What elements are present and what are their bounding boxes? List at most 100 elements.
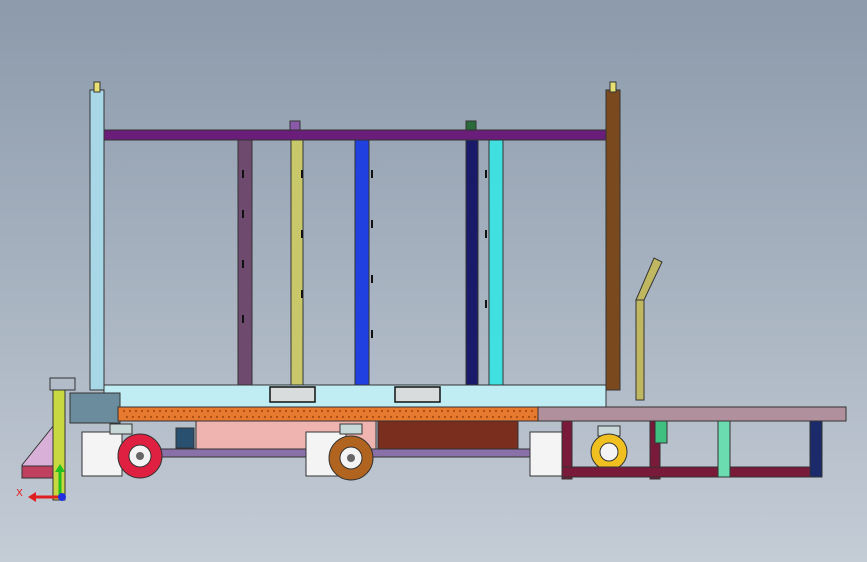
rail-perforation (470, 409, 474, 413)
cad-viewport[interactable]: X (0, 0, 867, 562)
rail-perforation (404, 409, 408, 413)
rail-perforation (455, 415, 459, 419)
rail-perforation (509, 415, 513, 419)
rail-perforation (293, 415, 297, 419)
rail-perforation (248, 409, 252, 413)
rail-perforation (122, 409, 126, 413)
rail-perforation (356, 409, 360, 413)
rail-perforation (506, 409, 510, 413)
rail-perforation (203, 415, 207, 419)
rail-perforation (146, 409, 150, 413)
rail-perforation (482, 409, 486, 413)
rail-perforation (416, 409, 420, 413)
rail-perforation (383, 415, 387, 419)
rail-perforation (296, 409, 300, 413)
rail-perforation (413, 415, 417, 419)
left-stand (21, 377, 76, 501)
rail-perforation (239, 415, 243, 419)
rail-perforation (182, 409, 186, 413)
rail-perforation (311, 415, 315, 419)
rail-perforation (137, 415, 141, 419)
rail-perforation (125, 415, 129, 419)
right-upright-cap (609, 81, 617, 93)
rail-perforation (194, 409, 198, 413)
rail-perforation (452, 409, 456, 413)
side-plate-left (81, 431, 123, 477)
base-pocket-right (394, 386, 441, 403)
vertical-posts (237, 139, 504, 386)
rail-perforation (302, 409, 306, 413)
rail-perforation (242, 409, 246, 413)
rail-perforation (503, 415, 507, 419)
rail-perforation (446, 409, 450, 413)
rail-perforation (161, 415, 165, 419)
top-rail-knob-right (465, 120, 477, 131)
rail-perforation (377, 415, 381, 419)
handle (635, 257, 663, 401)
rail-perforation (392, 409, 396, 413)
rail-perforation (257, 415, 261, 419)
base-frame (103, 384, 607, 408)
rail-perforation (533, 415, 537, 419)
rail-perforation (206, 409, 210, 413)
rail-perforation (236, 409, 240, 413)
rail-perforation (518, 409, 522, 413)
rail-perforation (407, 415, 411, 419)
rail-perforation (386, 409, 390, 413)
rail-perforation (323, 415, 327, 419)
rail-perforation (512, 409, 516, 413)
right-upright (605, 89, 621, 391)
lower-mount (175, 427, 195, 449)
rail-perforation (488, 409, 492, 413)
rail-perforation (398, 409, 402, 413)
rail-perforation (527, 415, 531, 419)
rail-perforation (254, 409, 258, 413)
rail-perforation (185, 415, 189, 419)
rail-perforation (224, 409, 228, 413)
rail-perforation (530, 409, 534, 413)
rail-perforation (299, 415, 303, 419)
rail-perforation (449, 415, 453, 419)
post-purple (237, 139, 253, 386)
rail-perforation (524, 409, 528, 413)
rail-perforation (440, 409, 444, 413)
rail-perforation (428, 409, 432, 413)
rail-perforation (338, 409, 342, 413)
rail-perforation (209, 415, 213, 419)
rail-perforation (359, 415, 363, 419)
rail-perforation (191, 415, 195, 419)
rail-perforation (521, 415, 525, 419)
rail-perforation (251, 415, 255, 419)
brown-block (377, 420, 519, 450)
rail-perforation (491, 415, 495, 419)
top-rail-knob-left (289, 120, 301, 131)
rail-perforation (263, 415, 267, 419)
rail-perforation (434, 409, 438, 413)
rail-perforation (401, 415, 405, 419)
rail-perforation (287, 415, 291, 419)
rail-perforation (179, 415, 183, 419)
rail-perforation (230, 409, 234, 413)
rail-perforation (131, 415, 135, 419)
base-pocket-left (269, 386, 316, 403)
rail-perforation (170, 409, 174, 413)
rail-perforation (395, 415, 399, 419)
rail-perforation (371, 415, 375, 419)
left-bracket (69, 392, 121, 424)
rail-perforation (389, 415, 393, 419)
rail-perforation (464, 409, 468, 413)
rail-perforation (422, 409, 426, 413)
rail-perforation (458, 409, 462, 413)
rail-perforation (167, 415, 171, 419)
top-rail (103, 129, 607, 141)
rail-perforation (290, 409, 294, 413)
rail-perforation (341, 415, 345, 419)
rail-perforation (218, 409, 222, 413)
rail-perforation (149, 415, 153, 419)
rail-perforation (314, 409, 318, 413)
rail-perforation (347, 415, 351, 419)
rail-perforation (200, 409, 204, 413)
rail-perforation (326, 409, 330, 413)
rail-perforation (260, 409, 264, 413)
post-blue (354, 139, 370, 386)
